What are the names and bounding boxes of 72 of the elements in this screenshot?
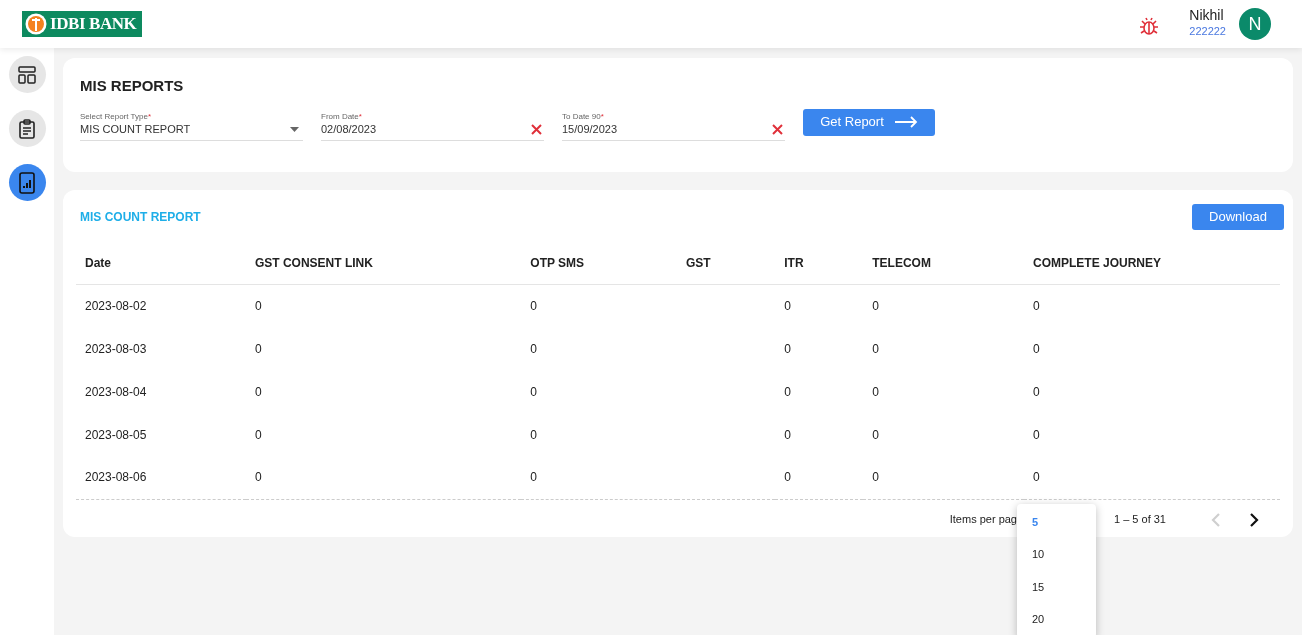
- user-name: Nikhil: [1189, 7, 1225, 24]
- page-size-option[interactable]: 10: [1017, 538, 1096, 571]
- table-cell-text: 0: [253, 340, 263, 358]
- table-cell-text: 0: [871, 383, 880, 401]
- table-cell: 2023-08-06: [76, 456, 246, 499]
- download-button[interactable]: Download: [1192, 204, 1284, 230]
- bar-chart-icon: [19, 171, 35, 194]
- table-cell: 0: [1024, 284, 1280, 327]
- table-cell: 2023-08-02: [76, 284, 246, 327]
- field-label: To Date 90*: [562, 111, 605, 122]
- layout-icon: [18, 65, 36, 84]
- column-header[interactable]: GST CONSENT LINK: [245, 242, 522, 284]
- field-label: Select Report Type*: [80, 111, 152, 122]
- table-cell: 0: [775, 456, 864, 499]
- sidebar-nav-button[interactable]: [8, 164, 46, 201]
- get-report-button[interactable]: Get Report: [803, 108, 935, 136]
- table-cell-text: 0: [871, 340, 880, 358]
- table-cell-text: 2023-08-03: [84, 340, 148, 358]
- items-per-page-label: Items per pag: [949, 512, 1017, 528]
- table-cell: 0: [863, 456, 1024, 499]
- table-cell-text: 0: [783, 383, 792, 401]
- page-size-option[interactable]: 5: [1017, 505, 1096, 538]
- table-cell: 0: [245, 456, 522, 499]
- report-title: MIS COUNT REPORT: [80, 209, 201, 226]
- field-value: 15/09/2023: [562, 122, 618, 138]
- sidebar-nav-button[interactable]: [8, 56, 46, 93]
- page-size-option[interactable]: 15: [1017, 570, 1096, 603]
- table-cell-text: 0: [253, 383, 263, 401]
- column-header[interactable]: TELECOM: [863, 242, 1024, 284]
- bug-icon[interactable]: [1139, 16, 1160, 36]
- clear-icon[interactable]: [531, 124, 542, 135]
- page-title: MIS REPORTS: [80, 76, 185, 96]
- form-field[interactable]: To Date 90* 15/09/2023: [562, 111, 785, 141]
- user-id: 222222: [1189, 24, 1226, 38]
- field-value: 02/08/2023: [321, 122, 377, 138]
- table-cell: 0: [775, 284, 864, 327]
- page-size-option[interactable]: 20: [1017, 603, 1096, 635]
- table-cell: 0: [245, 284, 522, 327]
- dropdown-caret-icon[interactable]: [290, 127, 299, 132]
- column-header[interactable]: Date: [76, 242, 246, 284]
- table-cell-text: 0: [783, 340, 792, 358]
- clipboard-icon: [19, 118, 35, 139]
- column-header[interactable]: ITR: [775, 242, 864, 284]
- table-cell-text: 0: [1032, 426, 1041, 444]
- column-header[interactable]: OTP SMS: [521, 242, 677, 284]
- table-cell: 0: [1024, 456, 1280, 499]
- table-cell-text: 0: [1032, 383, 1041, 401]
- table-cell-text: 0: [253, 426, 263, 444]
- bank-logo: IDBI BANK: [22, 11, 142, 37]
- table-cell: 0: [521, 456, 677, 499]
- table-cell-text: 0: [529, 340, 538, 358]
- clear-icon[interactable]: [772, 124, 783, 135]
- field-label: From Date*: [321, 111, 363, 122]
- sidebar-nav-button[interactable]: [8, 110, 46, 147]
- table-cell-text: 0: [1032, 340, 1041, 358]
- table-cell-text: 0: [529, 383, 538, 401]
- chevron-right-icon[interactable]: [1249, 512, 1259, 527]
- table-cell: 0: [521, 284, 677, 327]
- table-cell-text: 0: [529, 426, 538, 444]
- form-field[interactable]: Select Report Type* MIS COUNT REPORT: [80, 111, 303, 141]
- form-field[interactable]: From Date* 02/08/2023: [321, 111, 544, 141]
- table-cell-text: 2023-08-05: [84, 426, 148, 444]
- arrow-right-icon: [893, 116, 918, 128]
- field-value: MIS COUNT REPORT: [80, 122, 191, 138]
- table-cell-text: 2023-08-04: [84, 383, 148, 401]
- table-cell-text: 0: [871, 426, 880, 444]
- user-avatar[interactable]: N: [1239, 8, 1271, 40]
- column-header[interactable]: GST: [676, 242, 776, 284]
- column-header[interactable]: COMPLETE JOURNEY: [1024, 242, 1280, 284]
- table-cell-text: 0: [783, 426, 792, 444]
- table-cell: 0: [863, 284, 1024, 327]
- page-range: 1 – 5 of 31: [1114, 512, 1166, 528]
